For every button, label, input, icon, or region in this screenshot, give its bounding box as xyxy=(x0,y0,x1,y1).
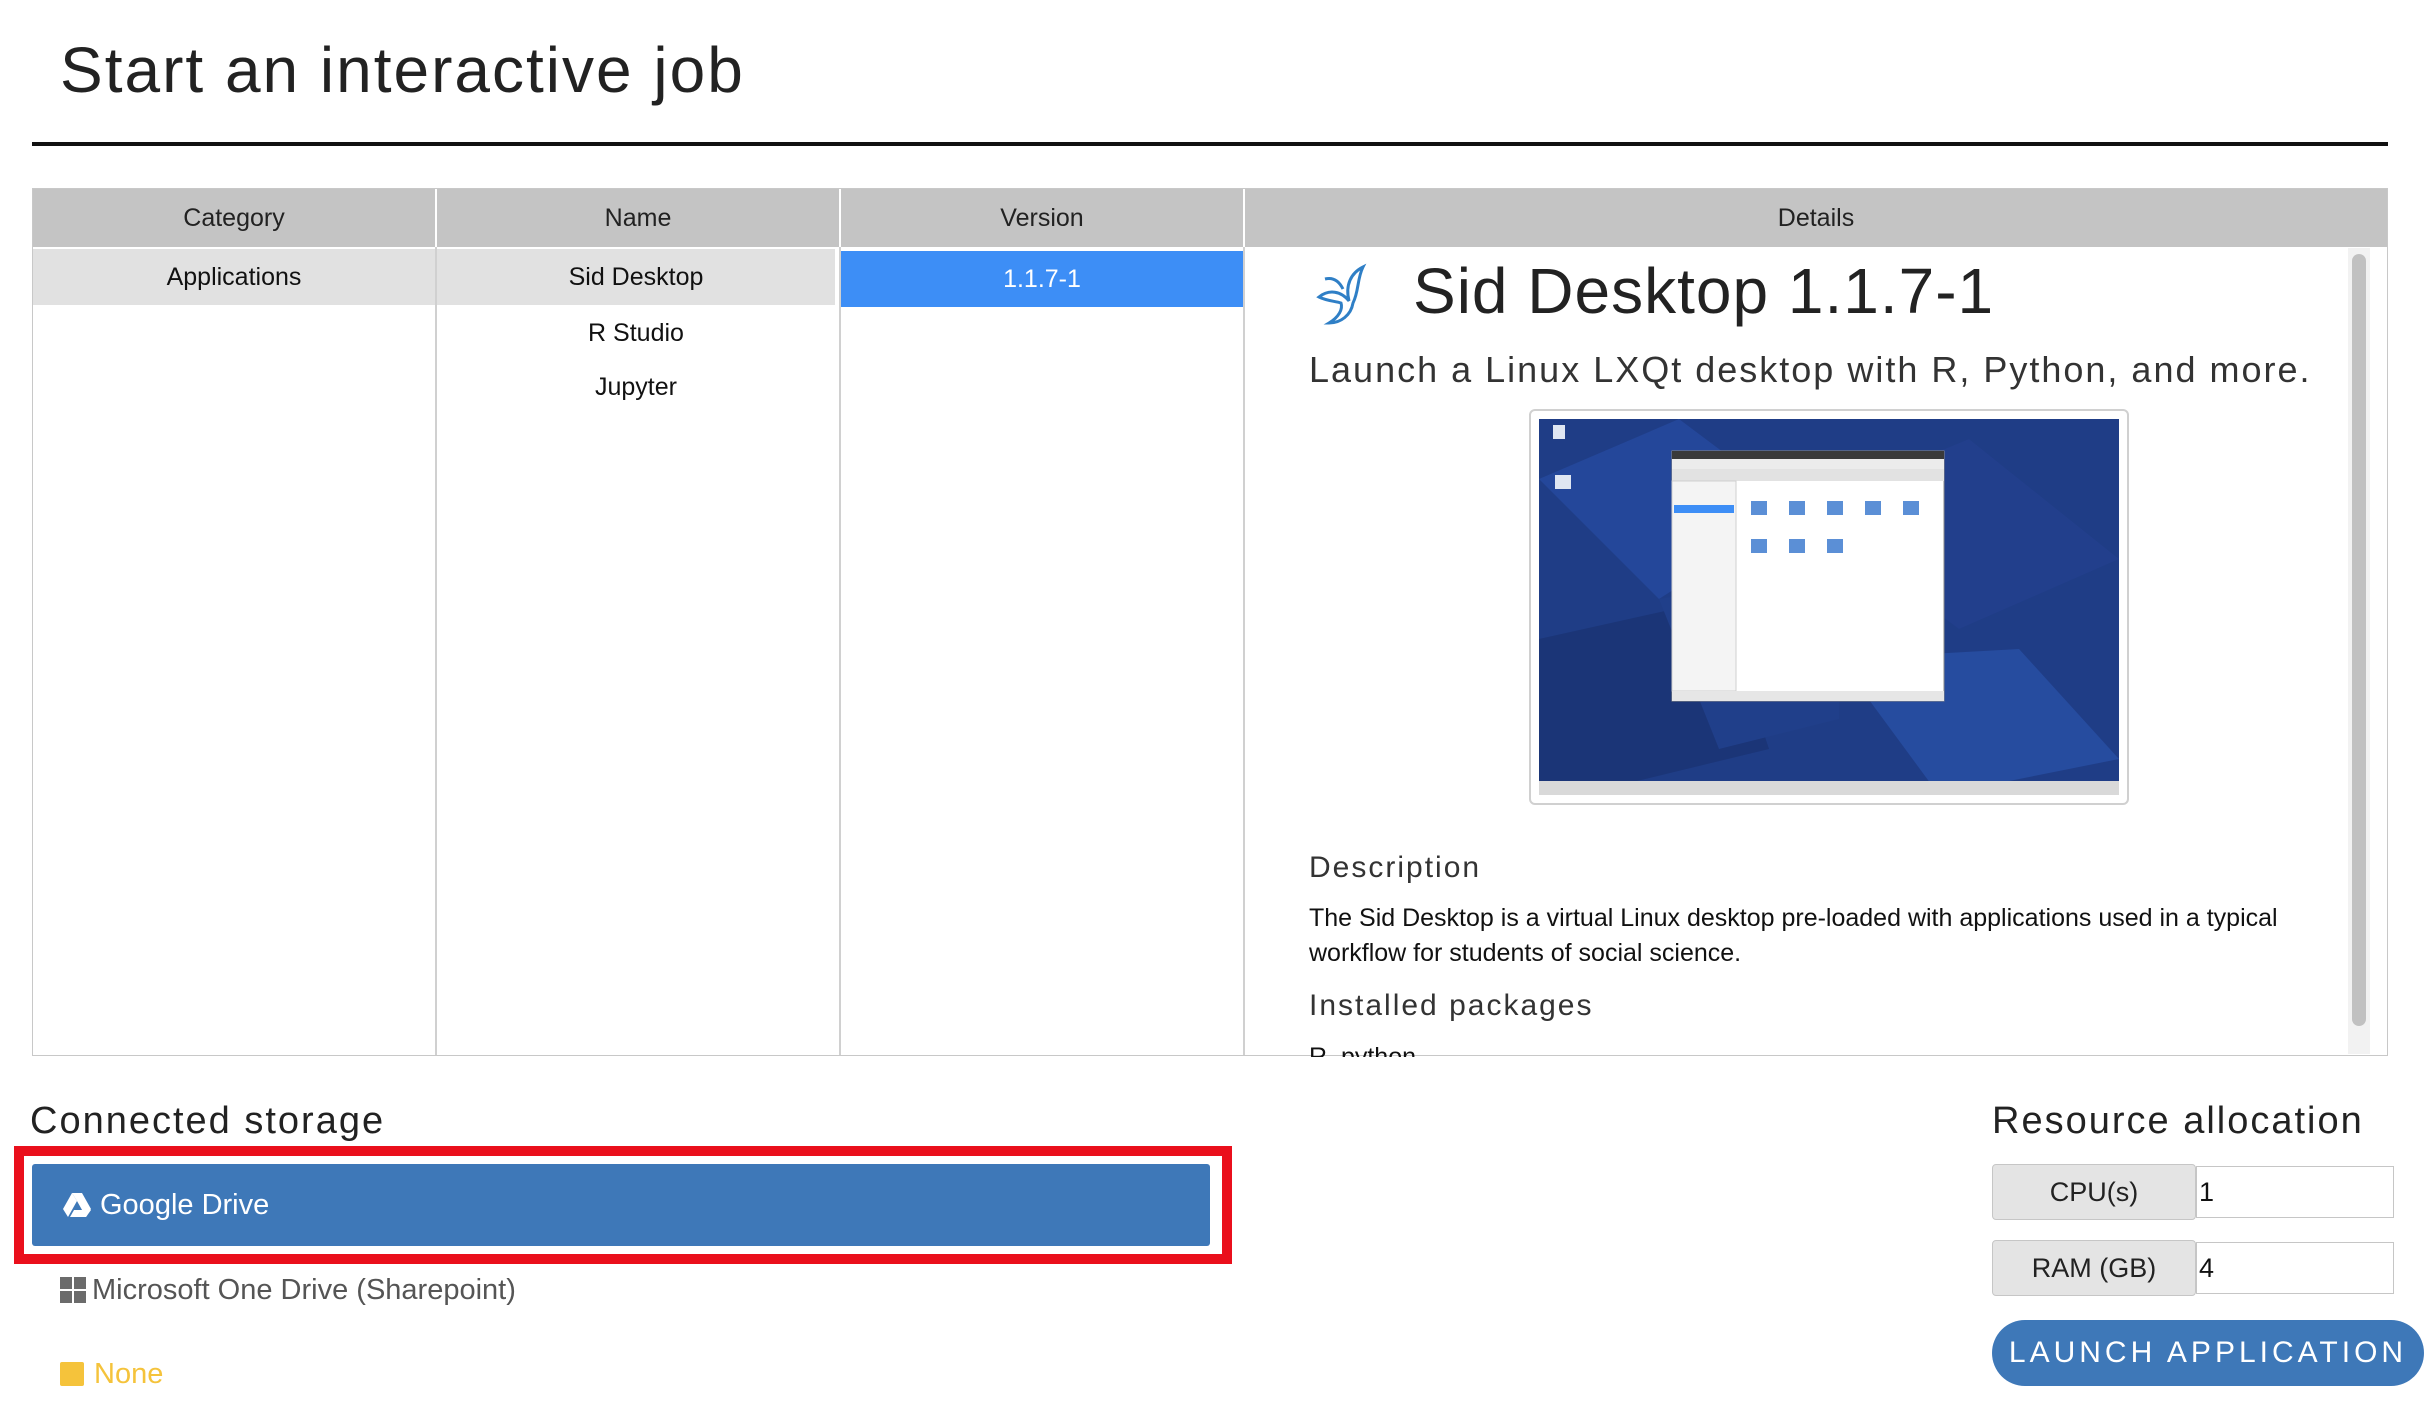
description-text: The Sid Desktop is a virtual Linux deskt… xyxy=(1309,904,2278,967)
storage-option-label: None xyxy=(94,1357,164,1390)
bird-logo-icon xyxy=(1311,261,1381,336)
job-selection-table: Category Name Version Details Applicatio… xyxy=(32,188,2388,1057)
name-item-sid-desktop[interactable]: Sid Desktop xyxy=(437,249,835,305)
google-drive-icon xyxy=(62,1192,92,1218)
resource-allocation-heading: Resource allocation xyxy=(1992,1100,2364,1142)
name-item-r-studio[interactable]: R Studio xyxy=(437,305,835,361)
header-details: Details xyxy=(1245,189,2387,247)
column-divider xyxy=(1243,247,1245,1055)
description-heading: Description xyxy=(1309,851,1482,884)
details-scrollbar-thumb[interactable] xyxy=(2352,254,2366,1026)
desktop-screenshot-image xyxy=(1529,409,2129,805)
storage-option-none[interactable]: None xyxy=(60,1352,163,1396)
storage-option-google-drive[interactable]: Google Drive xyxy=(32,1164,1210,1246)
header-category: Category xyxy=(33,189,437,247)
yellow-square-icon xyxy=(60,1362,84,1386)
cpu-input[interactable] xyxy=(2196,1166,2394,1218)
version-item-selected[interactable]: 1.1.7-1 xyxy=(841,251,1243,307)
installed-packages-heading: Installed packages xyxy=(1309,989,1594,1022)
header-name: Name xyxy=(437,189,841,247)
storage-option-onedrive[interactable]: Microsoft One Drive (Sharepoint) xyxy=(60,1268,516,1312)
windows-icon xyxy=(60,1277,86,1303)
column-divider xyxy=(839,247,841,1055)
ram-label: RAM (GB) xyxy=(1992,1240,2196,1296)
storage-option-label: Google Drive xyxy=(100,1188,270,1221)
header-version: Version xyxy=(841,189,1245,247)
category-item-applications[interactable]: Applications xyxy=(33,249,435,305)
app-subtitle: Launch a Linux LXQt desktop with R, Pyth… xyxy=(1309,349,2312,390)
details-panel: Sid Desktop 1.1.7-1 Launch a Linux LXQt … xyxy=(1247,251,2359,1057)
title-divider xyxy=(32,142,2388,146)
app-title: Sid Desktop 1.1.7-1 xyxy=(1413,255,1995,327)
storage-option-label: Microsoft One Drive (Sharepoint) xyxy=(92,1273,516,1306)
installed-packages-list: R, python xyxy=(1309,1043,1417,1057)
name-item-jupyter[interactable]: Jupyter xyxy=(437,359,835,415)
launch-application-button[interactable]: LAUNCH APPLICATION xyxy=(1992,1320,2424,1386)
page-title: Start an interactive job xyxy=(60,34,745,106)
cpu-label: CPU(s) xyxy=(1992,1164,2196,1220)
connected-storage-heading: Connected storage xyxy=(30,1100,386,1142)
ram-input[interactable] xyxy=(2196,1242,2394,1294)
